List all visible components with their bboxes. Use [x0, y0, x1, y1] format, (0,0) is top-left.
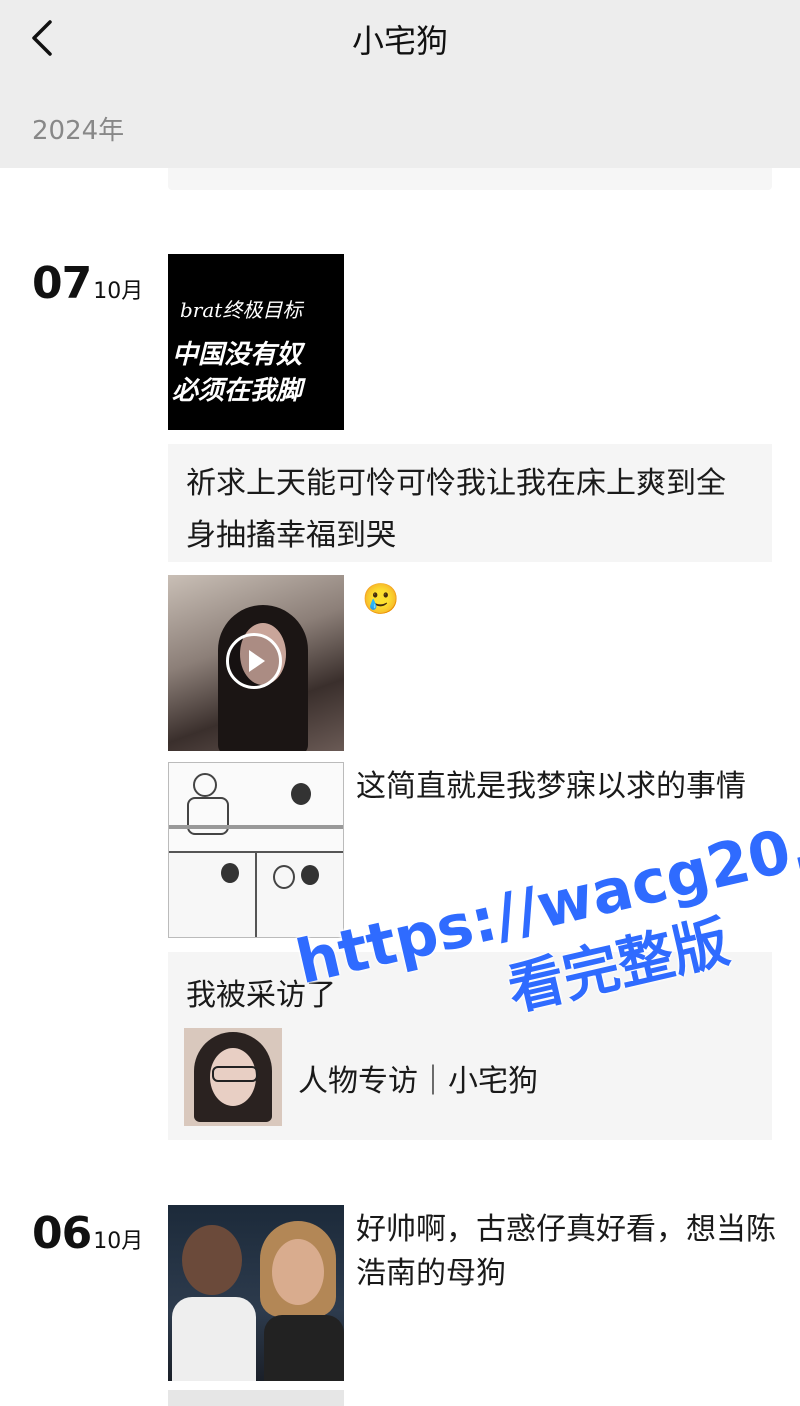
year-label: 2024年 — [32, 116, 125, 146]
figure-body — [187, 797, 229, 835]
figure-head-5 — [301, 865, 319, 885]
figure-head-3 — [221, 863, 239, 883]
share-title: 我被采访了 — [186, 978, 336, 1013]
photo-image[interactable] — [168, 1205, 344, 1381]
share-subtitle: 人物专访｜小宅狗 — [298, 1064, 538, 1099]
nav-header: 小宅狗 2024年 — [0, 0, 800, 168]
image-caption-line: 中国没有奴 — [172, 340, 303, 370]
person-1-body — [172, 1297, 256, 1381]
image-caption-line: 必须在我脚 — [172, 376, 303, 406]
comic-panel — [169, 853, 257, 937]
date-month: 10月 — [93, 1229, 144, 1254]
figure-head-2 — [291, 783, 311, 805]
figure-head — [193, 773, 217, 797]
date-day: 06 — [32, 1208, 92, 1259]
sofa-line — [169, 825, 343, 829]
person-1-head — [182, 1225, 242, 1295]
video-thumbnail[interactable] — [168, 575, 344, 751]
glasses-shape — [212, 1066, 258, 1082]
comic-panel — [257, 853, 343, 937]
text-post[interactable]: 祈求上天能可怜可怜我让我在床上爽到全身抽搐幸福到哭 — [168, 444, 772, 562]
play-icon — [249, 650, 265, 672]
page-title: 小宅狗 — [351, 22, 448, 60]
figure-head-4 — [273, 865, 295, 889]
comic-image[interactable] — [168, 762, 344, 938]
post-image-black[interactable]: brat终极目标 中国没有奴 必须在我脚 — [168, 254, 344, 430]
post-date: 06 10月 — [32, 1208, 143, 1259]
post-text: 好帅啊，古惑仔真好看，想当陈浩南的母狗 — [356, 1212, 776, 1291]
next-post-peek[interactable] — [168, 1390, 344, 1406]
person-2-body — [264, 1315, 344, 1381]
share-thumbnail — [184, 1028, 282, 1126]
comic-panel — [169, 763, 343, 853]
date-month: 10月 — [93, 279, 144, 304]
date-day: 07 — [32, 258, 92, 309]
share-card[interactable]: 我被采访了 人物专访｜小宅狗 — [168, 952, 772, 1140]
comic-caption: 这简直就是我梦寐以求的事情 — [356, 769, 746, 804]
person-2-face — [272, 1239, 324, 1305]
play-button[interactable] — [226, 633, 282, 689]
post-date: 07 10月 — [32, 258, 143, 309]
image-caption-line: brat终极目标 — [180, 298, 303, 322]
emoji-caption: 🥲 — [362, 582, 400, 617]
